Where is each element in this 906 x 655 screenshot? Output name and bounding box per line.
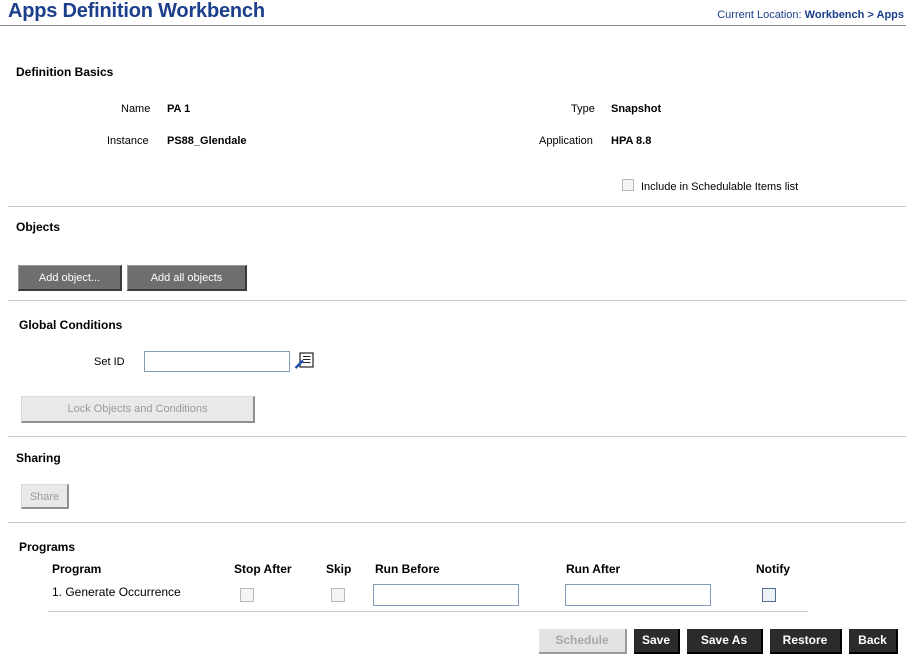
section-divider bbox=[8, 300, 906, 301]
add-all-objects-button[interactable]: Add all objects bbox=[127, 265, 247, 291]
column-header-run-before: Run Before bbox=[375, 562, 440, 576]
section-divider bbox=[8, 522, 906, 523]
save-button[interactable]: Save bbox=[634, 629, 680, 654]
name-value: PA 1 bbox=[167, 103, 191, 115]
breadcrumb-prefix: Current Location: bbox=[717, 9, 802, 21]
back-button[interactable]: Back bbox=[849, 629, 898, 654]
definition-basics-heading: Definition Basics bbox=[16, 65, 114, 79]
application-label: Application bbox=[539, 135, 593, 147]
run-after-input[interactable] bbox=[565, 584, 711, 606]
column-header-program: Program bbox=[52, 562, 102, 576]
type-value: Snapshot bbox=[611, 103, 662, 115]
programs-heading: Programs bbox=[19, 540, 76, 554]
instance-value: PS88_Glendale bbox=[167, 135, 247, 147]
setid-input[interactable] bbox=[144, 351, 290, 372]
restore-button[interactable]: Restore bbox=[770, 629, 842, 654]
section-divider bbox=[8, 206, 906, 207]
page-title: Apps Definition Workbench bbox=[8, 0, 265, 22]
column-header-stop-after: Stop After bbox=[234, 562, 292, 576]
setid-label: Set ID bbox=[94, 356, 125, 368]
instance-label: Instance bbox=[107, 135, 149, 147]
schedulable-checkbox[interactable] bbox=[622, 179, 634, 191]
add-object-button[interactable]: Add object... bbox=[18, 265, 122, 291]
breadcrumb: Current Location: Workbench > Apps bbox=[717, 9, 904, 21]
global-conditions-heading: Global Conditions bbox=[19, 318, 123, 332]
application-value: HPA 8.8 bbox=[611, 135, 652, 147]
share-button[interactable]: Share bbox=[21, 484, 69, 509]
section-divider bbox=[8, 436, 906, 437]
program-name: 1. Generate Occurrence bbox=[52, 585, 181, 599]
breadcrumb-path[interactable]: Workbench > Apps bbox=[805, 9, 904, 21]
column-header-notify: Notify bbox=[756, 562, 790, 576]
objects-heading: Objects bbox=[16, 220, 61, 234]
type-label: Type bbox=[571, 103, 595, 115]
column-header-run-after: Run After bbox=[566, 562, 621, 576]
name-label: Name bbox=[121, 103, 151, 115]
schedule-button[interactable]: Schedule bbox=[539, 629, 627, 654]
sharing-heading: Sharing bbox=[16, 451, 61, 465]
lock-objects-button[interactable]: Lock Objects and Conditions bbox=[21, 396, 255, 423]
schedulable-label: Include in Schedulable Items list bbox=[641, 181, 799, 193]
save-as-button[interactable]: Save As bbox=[687, 629, 763, 654]
table-row-divider bbox=[48, 611, 808, 612]
lookup-icon[interactable] bbox=[294, 350, 316, 372]
notify-checkbox[interactable] bbox=[762, 588, 776, 602]
title-divider bbox=[0, 25, 906, 26]
column-header-skip: Skip bbox=[326, 562, 352, 576]
run-before-input[interactable] bbox=[373, 584, 519, 606]
stop-after-checkbox[interactable] bbox=[240, 588, 254, 602]
skip-checkbox[interactable] bbox=[331, 588, 345, 602]
